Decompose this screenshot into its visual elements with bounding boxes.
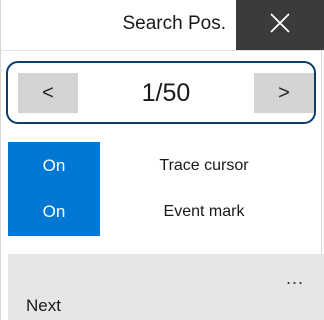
trace-cursor-row: On Trace cursor <box>0 142 324 190</box>
title-divider <box>0 50 324 51</box>
next-command[interactable]: Next <box>26 296 61 316</box>
title-bar: Search Pos. <box>0 0 324 50</box>
more-options-button[interactable]: ... <box>286 268 304 289</box>
event-mark-label: Event mark <box>163 203 245 220</box>
close-icon <box>268 11 292 40</box>
trace-cursor-label: Trace cursor <box>159 157 249 174</box>
command-bar: ... Next <box>8 254 324 320</box>
event-mark-toggle[interactable]: On <box>8 188 100 236</box>
close-button[interactable] <box>236 0 324 50</box>
page-indicator: 1/50 <box>141 78 191 107</box>
previous-page-button[interactable]: < <box>18 73 78 113</box>
next-page-button[interactable]: > <box>254 73 314 113</box>
window-title: Search Pos. <box>122 13 227 34</box>
trace-cursor-toggle[interactable]: On <box>8 142 100 190</box>
page-navigator: < 1/50 > <box>6 61 316 124</box>
event-mark-row: On Event mark <box>0 188 324 236</box>
